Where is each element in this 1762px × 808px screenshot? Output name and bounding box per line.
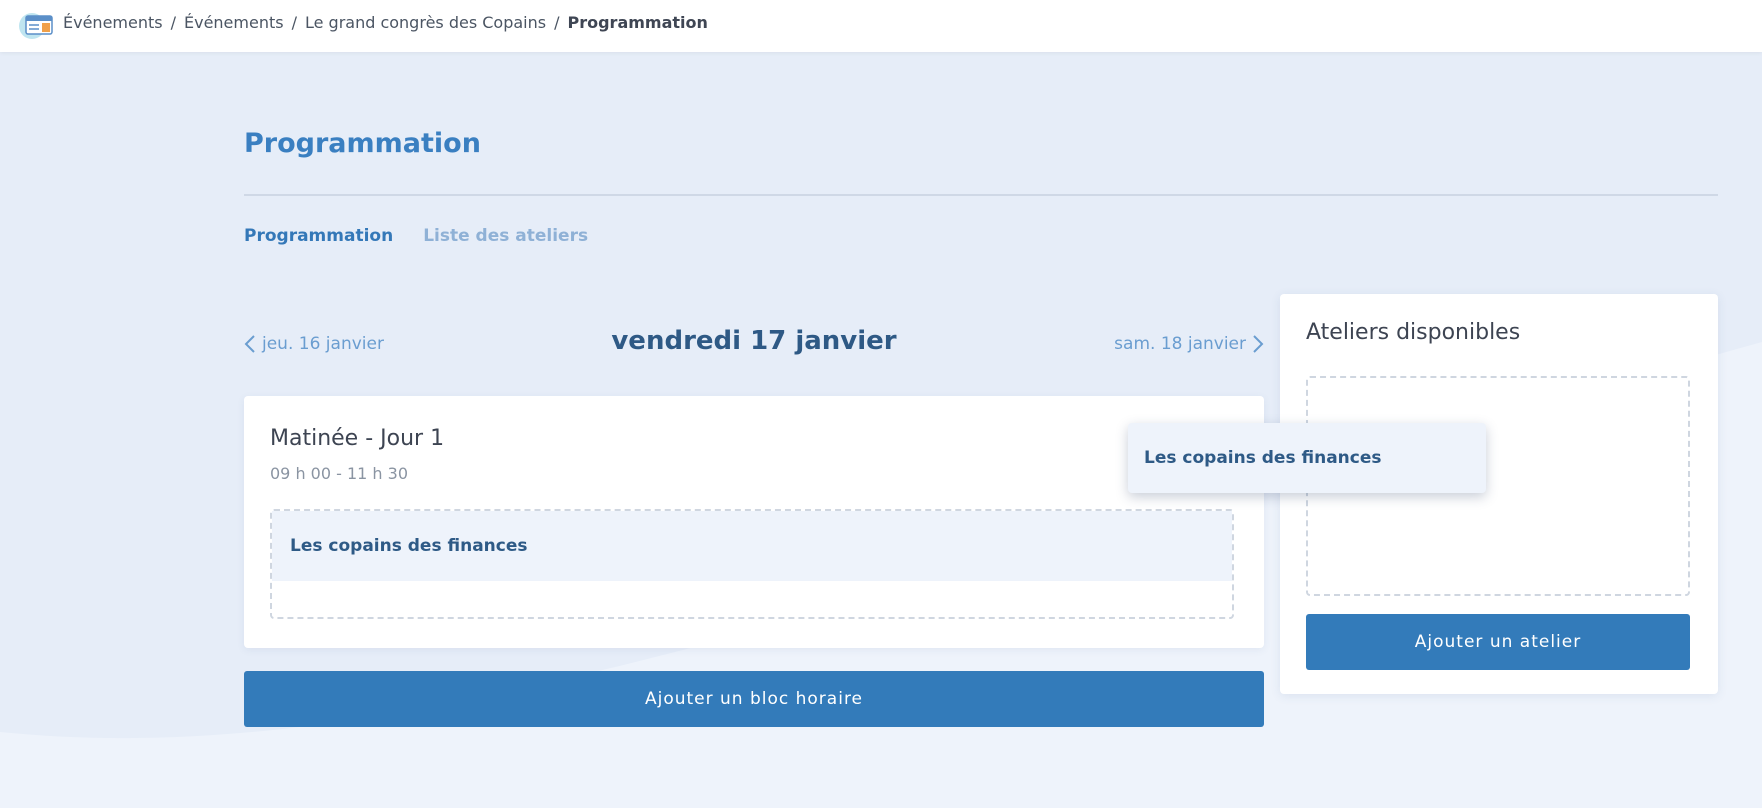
top-bar: Événements / Événements / Le grand congr…	[0, 0, 1762, 52]
breadcrumb-separator: /	[554, 13, 560, 32]
dragged-workshop-item[interactable]: Les copains des finances	[1128, 423, 1486, 493]
add-workshop-button[interactable]: Ajouter un atelier	[1306, 614, 1690, 670]
tab-programmation[interactable]: Programmation	[244, 226, 393, 246]
calendar-ticket-logo-icon[interactable]	[18, 10, 60, 40]
time-block-dropzone[interactable]: Les copains des finances	[270, 509, 1234, 619]
time-block-title: Matinée - Jour 1	[270, 426, 445, 451]
breadcrumb-separator: /	[291, 13, 297, 32]
day-navigation: jeu. 16 janvier vendredi 17 janvier sam.…	[244, 322, 1264, 372]
current-day: vendredi 17 janvier	[611, 326, 897, 356]
available-workshops-title: Ateliers disponibles	[1306, 320, 1521, 345]
chevron-right-icon	[1253, 335, 1264, 353]
available-workshops-panel: Ateliers disponibles Ajouter un atelier	[1280, 294, 1718, 694]
time-block-hours: 09 h 00 - 11 h 30	[270, 464, 409, 483]
breadcrumb-current: Programmation	[567, 13, 708, 32]
add-time-block-button[interactable]: Ajouter un bloc horaire	[244, 671, 1264, 727]
time-block-card: Matinée - Jour 1 09 h 00 - 11 h 30 Les c…	[244, 396, 1264, 648]
page-title: Programmation	[244, 128, 481, 159]
breadcrumb-separator: /	[170, 13, 176, 32]
breadcrumb: Événements / Événements / Le grand congr…	[63, 13, 708, 32]
breadcrumb-item-event[interactable]: Le grand congrès des Copains	[305, 13, 546, 32]
tab-bar: Programmation Liste des ateliers	[244, 226, 588, 246]
title-divider	[244, 194, 1718, 196]
workshop-item[interactable]: Les copains des finances	[272, 511, 1232, 581]
breadcrumb-item-events-list[interactable]: Événements	[184, 13, 284, 32]
next-day-label: sam. 18 janvier	[1114, 334, 1246, 354]
next-day-link[interactable]: sam. 18 janvier	[1114, 334, 1264, 354]
breadcrumb-item-events[interactable]: Événements	[63, 13, 163, 32]
tab-workshop-list[interactable]: Liste des ateliers	[423, 226, 588, 246]
main-content: Programmation Programmation Liste des at…	[0, 52, 1762, 808]
